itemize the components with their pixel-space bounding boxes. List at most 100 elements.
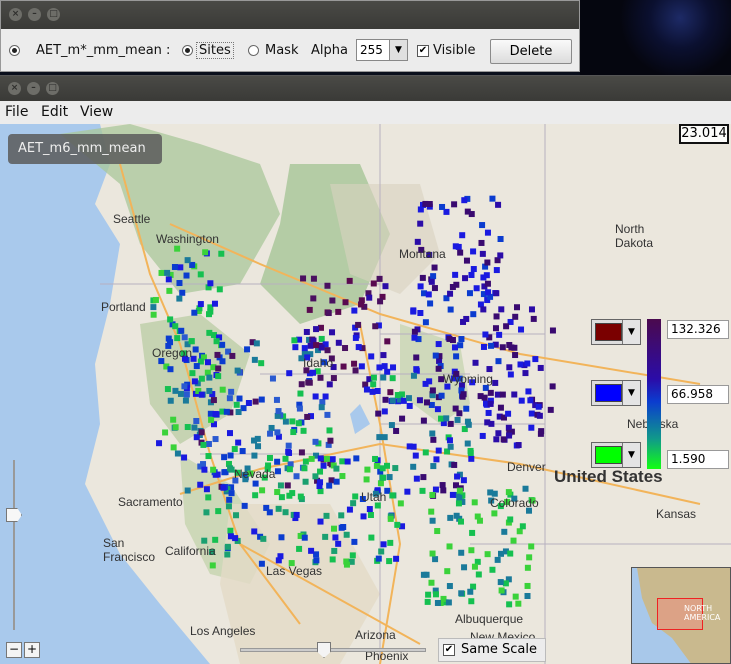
site-marker[interactable] [499,391,506,398]
site-marker[interactable] [493,313,500,320]
site-marker[interactable] [446,437,453,444]
site-marker[interactable] [329,556,336,563]
site-marker[interactable] [422,449,429,456]
site-marker[interactable] [269,375,276,382]
site-marker[interactable] [372,455,379,462]
site-marker[interactable] [166,287,173,294]
site-marker[interactable] [468,547,475,554]
site-marker[interactable] [332,534,339,541]
site-marker[interactable] [463,405,470,412]
mid-value-field[interactable]: 66.958 [667,385,729,404]
site-marker[interactable] [374,388,381,395]
site-marker[interactable] [221,454,228,461]
layer-select-radio[interactable] [9,45,20,56]
site-marker[interactable] [176,280,183,287]
site-marker[interactable] [300,427,307,434]
site-marker[interactable] [433,456,440,463]
site-marker[interactable] [479,250,486,257]
site-marker[interactable] [286,449,293,456]
site-marker[interactable] [191,378,198,385]
site-marker[interactable] [447,443,454,450]
site-marker[interactable] [377,480,384,487]
site-marker[interactable] [206,329,213,336]
site-marker[interactable] [464,440,471,447]
site-marker[interactable] [511,391,518,398]
site-marker[interactable] [435,447,442,454]
site-marker[interactable] [505,489,512,496]
site-marker[interactable] [389,492,396,499]
site-marker[interactable] [485,289,492,296]
site-marker[interactable] [435,365,442,372]
site-marker[interactable] [352,334,359,341]
site-marker[interactable] [484,280,491,287]
site-marker[interactable] [472,359,479,366]
site-marker[interactable] [417,310,424,317]
slider-thumb[interactable] [317,642,331,658]
site-marker[interactable] [447,290,454,297]
site-marker[interactable] [423,399,430,406]
site-marker[interactable] [492,379,499,386]
site-marker[interactable] [318,404,325,411]
site-marker[interactable] [483,272,490,279]
site-marker[interactable] [297,493,304,500]
site-marker[interactable] [286,370,293,377]
site-marker[interactable] [164,269,171,276]
site-marker[interactable] [399,415,406,422]
site-marker[interactable] [282,418,289,425]
site-marker[interactable] [456,487,463,494]
site-marker[interactable] [349,552,356,559]
site-marker[interactable] [352,493,359,500]
site-marker[interactable] [470,311,477,318]
site-marker[interactable] [326,427,333,434]
site-marker[interactable] [274,468,281,475]
chevron-down-icon[interactable]: ▼ [389,40,407,60]
site-marker[interactable] [386,474,393,481]
site-marker[interactable] [233,512,240,519]
site-marker[interactable] [329,297,336,304]
site-marker[interactable] [370,374,377,381]
site-marker[interactable] [392,465,399,472]
site-marker[interactable] [522,370,529,377]
chevron-down-icon[interactable]: ▼ [622,320,640,344]
site-marker[interactable] [524,592,531,599]
site-marker[interactable] [300,275,307,282]
site-marker[interactable] [252,480,259,487]
site-marker[interactable] [470,266,477,273]
site-marker[interactable] [524,582,531,589]
mask-label[interactable]: Mask [265,43,298,58]
site-marker[interactable] [319,399,326,406]
site-marker[interactable] [469,529,476,536]
same-scale-toggle[interactable]: ✔ Same Scale [438,638,546,662]
maximize-icon[interactable]: □ [47,8,60,21]
site-marker[interactable] [285,442,292,449]
site-marker[interactable] [432,556,439,563]
site-marker[interactable] [278,534,285,541]
site-marker[interactable] [537,430,544,437]
site-marker[interactable] [387,515,394,522]
site-marker[interactable] [344,458,351,465]
site-marker[interactable] [324,282,331,289]
site-marker[interactable] [184,424,191,431]
overview-inset-map[interactable]: NORTH AMERICA [631,567,731,664]
site-marker[interactable] [525,388,532,395]
site-marker[interactable] [252,492,259,499]
zoom-in-button[interactable]: + [24,642,40,658]
site-marker[interactable] [259,487,266,494]
site-marker[interactable] [206,311,213,318]
site-marker[interactable] [363,476,370,483]
site-marker[interactable] [370,280,377,287]
site-marker[interactable] [360,513,367,520]
site-marker[interactable] [343,531,350,538]
mid-color-picker[interactable]: ▼ [591,380,641,406]
site-marker[interactable] [375,410,382,417]
site-marker[interactable] [505,410,512,417]
site-marker[interactable] [387,389,394,396]
site-marker[interactable] [301,345,308,352]
site-marker[interactable] [443,415,450,422]
site-marker[interactable] [306,306,313,313]
site-marker[interactable] [326,482,333,489]
site-marker[interactable] [417,206,424,213]
site-marker[interactable] [355,344,362,351]
site-marker[interactable] [432,486,439,493]
site-marker[interactable] [532,356,539,363]
